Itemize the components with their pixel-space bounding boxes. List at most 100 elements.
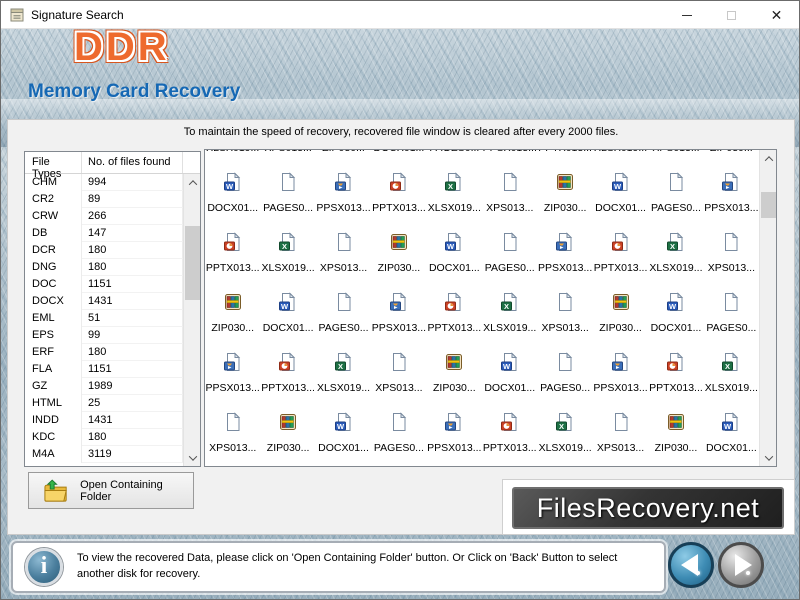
table-row[interactable]: EPS99 (25, 327, 183, 344)
grid-scrollbar[interactable] (759, 150, 776, 466)
file-item[interactable]: WDOCX01... (593, 160, 648, 220)
file-item[interactable]: XPS013... (316, 220, 371, 280)
grid-scroll-up-button[interactable] (760, 150, 777, 167)
table-row[interactable]: CR289 (25, 191, 183, 208)
file-item-label: PPSX013... (372, 322, 426, 334)
file-item[interactable]: PAGES0... (316, 280, 371, 340)
file-item[interactable]: PAGES0... (427, 150, 482, 160)
grid-scrollbar-thumb[interactable] (761, 192, 776, 218)
file-item[interactable]: PPTX013... (205, 220, 260, 280)
file-table-body: CHM994CR289CRW266DB147DCR180DNG180DOC115… (25, 174, 183, 466)
file-item[interactable]: PPTX013... (371, 160, 426, 220)
file-item[interactable]: XPS013... (205, 400, 260, 460)
file-item[interactable]: WDOCX01... (427, 220, 482, 280)
file-item[interactable]: PPTX013... (593, 220, 648, 280)
file-item[interactable]: ZIP030... (205, 280, 260, 340)
file-item[interactable]: ZIP030... (704, 150, 759, 160)
file-item[interactable]: XPS013... (260, 150, 315, 160)
file-item[interactable]: PPTX013... (427, 280, 482, 340)
table-row[interactable]: M4A3119 (25, 446, 183, 463)
pages-file-icon (555, 352, 575, 374)
file-item[interactable]: WDOCX01... (648, 280, 703, 340)
file-item[interactable]: PAGES0... (260, 160, 315, 220)
table-row[interactable]: DB147 (25, 225, 183, 242)
file-item[interactable]: PAGES0... (371, 400, 426, 460)
file-item[interactable]: PAGES0... (537, 340, 592, 400)
xps-file-icon (389, 352, 409, 374)
files-found-cell: 180 (82, 344, 183, 361)
table-row[interactable]: DCR180 (25, 242, 183, 259)
file-item[interactable]: XPS013... (648, 150, 703, 160)
file-item[interactable]: PPTX013... (260, 340, 315, 400)
table-row[interactable]: EML51 (25, 310, 183, 327)
file-item[interactable]: XXLSX019... (205, 150, 260, 160)
table-row[interactable]: FLA1151 (25, 361, 183, 378)
table-row[interactable]: CHM994 (25, 174, 183, 191)
file-item[interactable]: PPSX013... (704, 160, 759, 220)
file-item[interactable]: PPSX013... (205, 340, 260, 400)
file-item[interactable]: XXLSX019... (427, 160, 482, 220)
file-item[interactable]: XXLSX019... (593, 150, 648, 160)
table-row[interactable]: DOCX1431 (25, 293, 183, 310)
file-item-label: ZIP030... (267, 442, 310, 454)
file-item[interactable]: WDOCX01... (704, 400, 759, 460)
column-header-file-types[interactable]: File Types (25, 152, 82, 173)
file-item[interactable]: PPSX013... (537, 220, 592, 280)
file-item[interactable]: PAGES0... (648, 160, 703, 220)
file-item[interactable]: WDOCX01... (205, 160, 260, 220)
powerpoint-file-icon (611, 232, 631, 254)
file-item[interactable]: PPSX013... (427, 400, 482, 460)
back-button[interactable] (668, 542, 714, 588)
file-item[interactable]: XXLSX019... (648, 220, 703, 280)
file-item[interactable]: PPSX013... (482, 150, 537, 160)
close-button[interactable]: ✕ (754, 1, 799, 29)
table-row[interactable]: CRW266 (25, 208, 183, 225)
file-item[interactable]: ZIP030... (371, 220, 426, 280)
file-item[interactable]: PAGES0... (704, 280, 759, 340)
table-row[interactable]: GZ1989 (25, 378, 183, 395)
file-item[interactable]: XXLSX019... (704, 340, 759, 400)
file-item[interactable]: XPS013... (371, 340, 426, 400)
minimize-button[interactable] (664, 1, 709, 29)
table-row[interactable]: DOC1151 (25, 276, 183, 293)
file-item[interactable]: WDOCX01... (316, 400, 371, 460)
table-row[interactable]: ERF180 (25, 344, 183, 361)
file-item[interactable]: XXLSX019... (537, 400, 592, 460)
file-item[interactable]: ZIP030... (260, 400, 315, 460)
file-item[interactable]: PPSX013... (593, 340, 648, 400)
file-item[interactable]: XPS013... (704, 220, 759, 280)
file-item[interactable]: XXLSX019... (260, 220, 315, 280)
file-item[interactable]: WDOCX01... (260, 280, 315, 340)
column-header-files-found[interactable]: No. of files found (82, 152, 183, 173)
scroll-up-button[interactable] (184, 174, 201, 191)
table-row[interactable]: HTML25 (25, 395, 183, 412)
table-row[interactable]: DNG180 (25, 259, 183, 276)
file-item[interactable]: PAGES0... (482, 220, 537, 280)
table-scrollbar[interactable] (183, 174, 200, 466)
table-scrollbar-thumb[interactable] (185, 226, 200, 300)
file-item[interactable]: XXLSX019... (316, 340, 371, 400)
open-containing-folder-button[interactable]: Open Containing Folder (28, 472, 194, 509)
file-item[interactable]: WDOCX01... (371, 150, 426, 160)
file-item[interactable]: XPS013... (593, 400, 648, 460)
file-item[interactable]: ZIP030... (593, 280, 648, 340)
grid-scroll-down-button[interactable] (760, 449, 777, 466)
file-item[interactable]: PPSX013... (371, 280, 426, 340)
word-file-icon: W (500, 352, 520, 374)
file-item[interactable]: ZIP030... (537, 160, 592, 220)
file-item[interactable]: ZIP030... (648, 400, 703, 460)
file-item[interactable]: PPTX013... (648, 340, 703, 400)
file-item[interactable]: ZIP030... (427, 340, 482, 400)
file-item[interactable]: XPS013... (482, 160, 537, 220)
file-item[interactable]: XXLSX019... (482, 280, 537, 340)
file-item[interactable]: PPTX013... (537, 150, 592, 160)
table-row[interactable]: INDD1431 (25, 412, 183, 429)
file-item[interactable]: XPS013... (537, 280, 592, 340)
table-row[interactable]: KDC180 (25, 429, 183, 446)
table-header: File Types No. of files found (25, 152, 200, 174)
scroll-down-button[interactable] (184, 449, 201, 466)
file-item[interactable]: PPTX013... (482, 400, 537, 460)
file-item[interactable]: ZIP030... (316, 150, 371, 160)
file-item[interactable]: PPSX013... (316, 160, 371, 220)
file-item[interactable]: WDOCX01... (482, 340, 537, 400)
